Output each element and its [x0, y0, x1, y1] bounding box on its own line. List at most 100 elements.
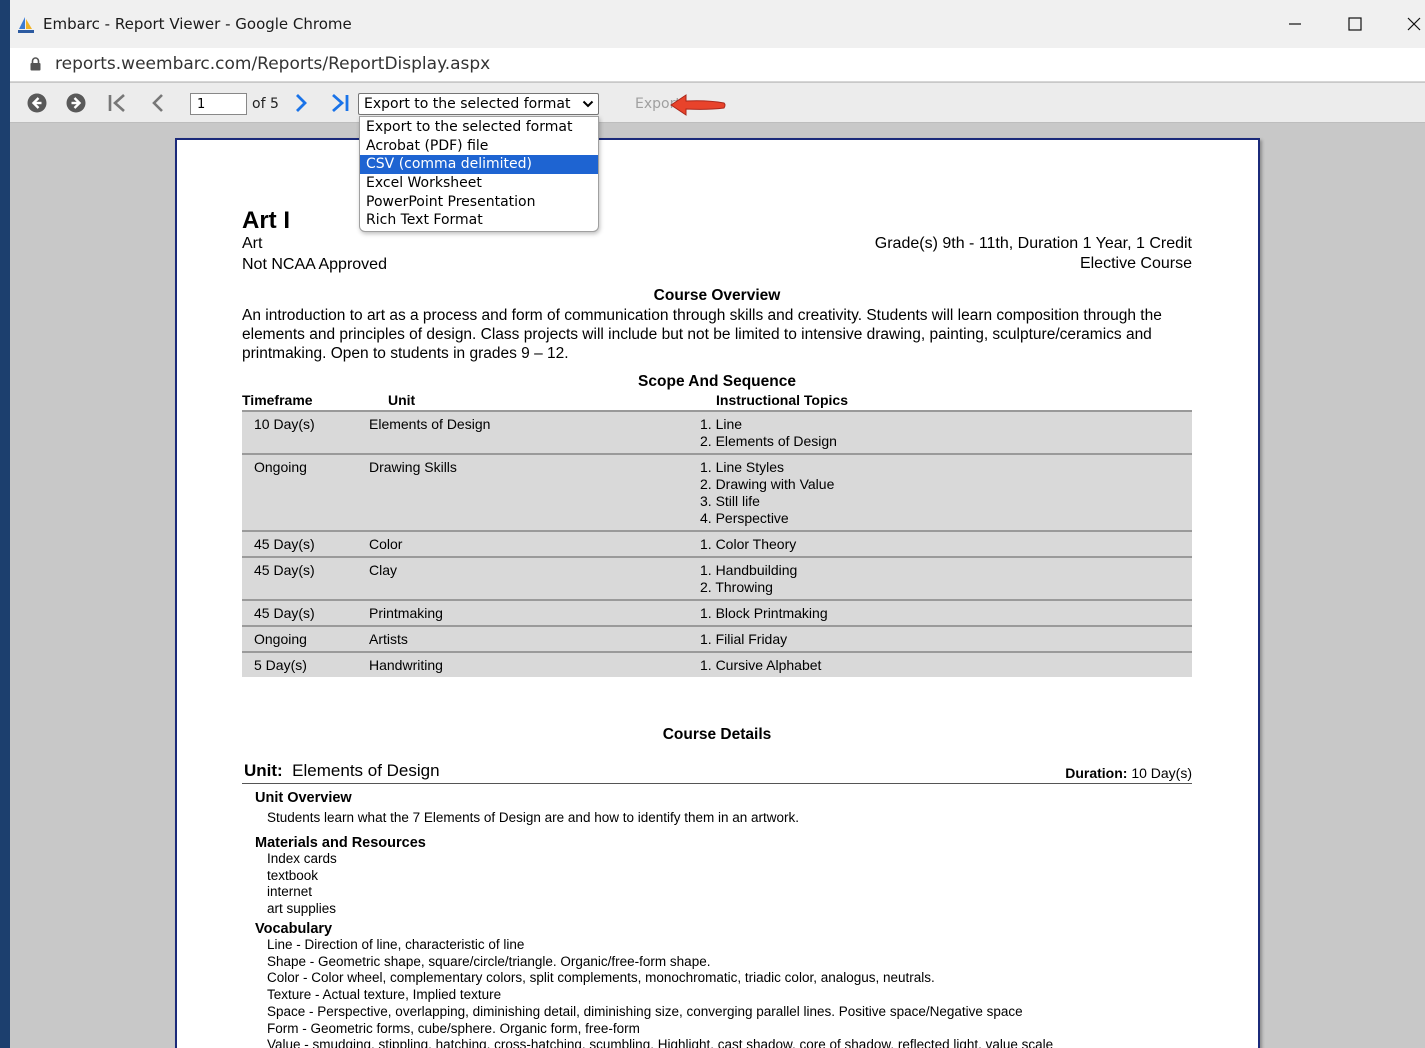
topic-item: 1. Block Printmaking: [700, 605, 828, 621]
red-arrow-annotation: [670, 94, 726, 116]
grade-duration-credit: Grade(s) 9th - 11th, Duration 1 Year, 1 …: [874, 235, 1192, 252]
column-header-unit: Unit: [388, 392, 416, 408]
list-item: Index cards: [267, 851, 337, 866]
unit-label: Unit:: [244, 761, 283, 780]
column-header-topics: Instructional Topics: [716, 392, 848, 408]
chevron-down-icon: [582, 100, 594, 108]
page-number-input[interactable]: [190, 93, 247, 115]
vocabulary-list: Line - Direction of line, characteristic…: [267, 937, 1053, 1048]
materials-list: Index cards textbook internet art suppli…: [267, 851, 337, 918]
topic-item: 2. Drawing with Value: [700, 476, 835, 492]
table-row: 10 Day(s) Elements of Design 1. Line 2. …: [242, 412, 1192, 455]
topics-cell: 1. Filial Friday: [700, 631, 1192, 648]
unit-cell: Color: [369, 536, 403, 552]
list-item: Form - Geometric forms, cube/sphere. Org…: [267, 1020, 640, 1036]
duration-label: Duration:: [1065, 765, 1128, 781]
topics-cell: 1. Block Printmaking: [700, 605, 1192, 622]
back-circle-icon[interactable]: [27, 93, 47, 113]
dropdown-option[interactable]: Export to the selected format: [360, 118, 598, 137]
minimize-button[interactable]: [1272, 8, 1318, 40]
topic-item: 3. Still life: [700, 493, 760, 509]
topic-item: 1. Handbuilding: [700, 562, 798, 578]
table-row: 45 Day(s) Clay 1. Handbuilding 2. Throwi…: [242, 558, 1192, 601]
table-row: Ongoing Drawing Skills 1. Line Styles 2.…: [242, 455, 1192, 532]
unit-cell: Elements of Design: [369, 416, 491, 432]
previous-page-icon[interactable]: [148, 93, 168, 113]
address-bar[interactable]: reports.weembarc.com/Reports/ReportDispl…: [10, 48, 1425, 82]
browser-window: Embarc - Report Viewer - Google Chrome r…: [10, 0, 1425, 1048]
close-button[interactable]: [1391, 8, 1425, 40]
scope-heading: Scope And Sequence: [638, 373, 796, 390]
course-title: Art I: [242, 207, 290, 234]
list-item: internet: [267, 884, 313, 900]
timeframe-cell: Ongoing: [254, 459, 307, 475]
unit-cell: Handwriting: [369, 657, 443, 673]
course-subject: Art: [242, 235, 263, 252]
window-title: Embarc - Report Viewer - Google Chrome: [43, 15, 352, 33]
list-item: Space - Perspective, overlapping, dimini…: [267, 1003, 1023, 1019]
list-item: textbook: [267, 867, 319, 883]
scope-sequence-table: 10 Day(s) Elements of Design 1. Line 2. …: [242, 410, 1192, 677]
lock-icon: [30, 57, 41, 71]
report-content: Art I Art Not NCAA Approved Grade(s) 9th…: [177, 140, 1258, 1048]
minimize-icon: [1289, 23, 1301, 25]
dropdown-option-highlighted[interactable]: CSV (comma delimited): [360, 155, 598, 175]
table-row: 5 Day(s) Handwriting 1. Cursive Alphabet: [242, 653, 1192, 677]
table-row: Ongoing Artists 1. Filial Friday: [242, 627, 1192, 653]
first-page-icon[interactable]: [107, 93, 127, 113]
details-heading: Course Details: [662, 726, 772, 743]
topic-item: 1. Line: [700, 416, 743, 432]
topic-item: 1. Cursive Alphabet: [700, 657, 822, 673]
dropdown-option[interactable]: Rich Text Format: [360, 211, 598, 230]
timeframe-cell: 45 Day(s): [254, 562, 315, 578]
dropdown-option[interactable]: PowerPoint Presentation: [360, 193, 598, 212]
timeframe-cell: Ongoing: [254, 631, 307, 647]
topics-cell: 1. Color Theory: [700, 536, 1192, 553]
ncaa-status: Not NCAA Approved: [242, 256, 387, 273]
report-page: Art I Art Not NCAA Approved Grade(s) 9th…: [175, 138, 1260, 1048]
vocabulary-heading: Vocabulary: [255, 921, 333, 937]
unit-overview-text: Students learn what the 7 Elements of De…: [267, 810, 800, 825]
export-format-value: Export to the selected format: [364, 96, 571, 112]
url-text[interactable]: reports.weembarc.com/Reports/ReportDispl…: [55, 54, 490, 74]
timeframe-cell: 10 Day(s): [254, 416, 315, 432]
overview-text: An introduction to art as a process and …: [242, 307, 1162, 362]
topic-item: 1. Color Theory: [700, 536, 797, 552]
close-icon: [1407, 17, 1421, 31]
unit-cell: Drawing Skills: [369, 459, 457, 475]
dropdown-option[interactable]: Excel Worksheet: [360, 174, 598, 193]
sailboat-icon: [18, 17, 34, 33]
topic-item: 2. Elements of Design: [700, 433, 837, 449]
unit-title: Unit: Elements of Design: [244, 761, 440, 781]
overview-heading: Course Overview: [653, 287, 781, 304]
list-item: Shape - Geometric shape, square/circle/t…: [267, 953, 711, 969]
table-row: 45 Day(s) Printmaking 1. Block Printmaki…: [242, 601, 1192, 627]
forward-circle-icon[interactable]: [66, 93, 86, 113]
list-item: Color - Color wheel, complementary color…: [267, 970, 935, 986]
list-item: Value - smudging, stippling, hatching, c…: [267, 1037, 1054, 1048]
title-bar: Embarc - Report Viewer - Google Chrome: [10, 0, 1425, 48]
unit-cell: Artists: [369, 631, 408, 647]
last-page-icon[interactable]: [330, 93, 350, 113]
export-format-select[interactable]: Export to the selected format: [358, 93, 599, 115]
timeframe-cell: 45 Day(s): [254, 536, 315, 552]
list-item: art supplies: [267, 901, 337, 917]
timeframe-cell: 5 Day(s): [254, 657, 307, 673]
list-item: Texture - Actual texture, Implied textur…: [267, 987, 502, 1003]
list-item: Line - Direction of line, characteristic…: [267, 937, 525, 952]
topic-item: 4. Perspective: [700, 510, 789, 526]
topic-item: 1. Line Styles: [700, 459, 785, 475]
maximize-button[interactable]: [1332, 8, 1378, 40]
column-header-timeframe: Timeframe: [242, 392, 313, 408]
timeframe-cell: 45 Day(s): [254, 605, 315, 621]
dropdown-option[interactable]: Acrobat (PDF) file: [360, 137, 598, 156]
duration-value: 10 Day(s): [1131, 765, 1192, 781]
unit-header: Unit: Elements of Design Duration: 10 Da…: [242, 760, 1192, 784]
topic-item: 2. Throwing: [700, 579, 773, 595]
course-type: Elective Course: [1079, 255, 1192, 272]
next-page-icon[interactable]: [291, 93, 311, 113]
topics-cell: 1. Line Styles 2. Drawing with Value 3. …: [700, 459, 1192, 527]
report-toolbar: of 5 Export to the selected format Expor…: [10, 83, 1425, 123]
table-row: 45 Day(s) Color 1. Color Theory: [242, 532, 1192, 558]
topics-cell: 1. Cursive Alphabet: [700, 657, 1192, 674]
